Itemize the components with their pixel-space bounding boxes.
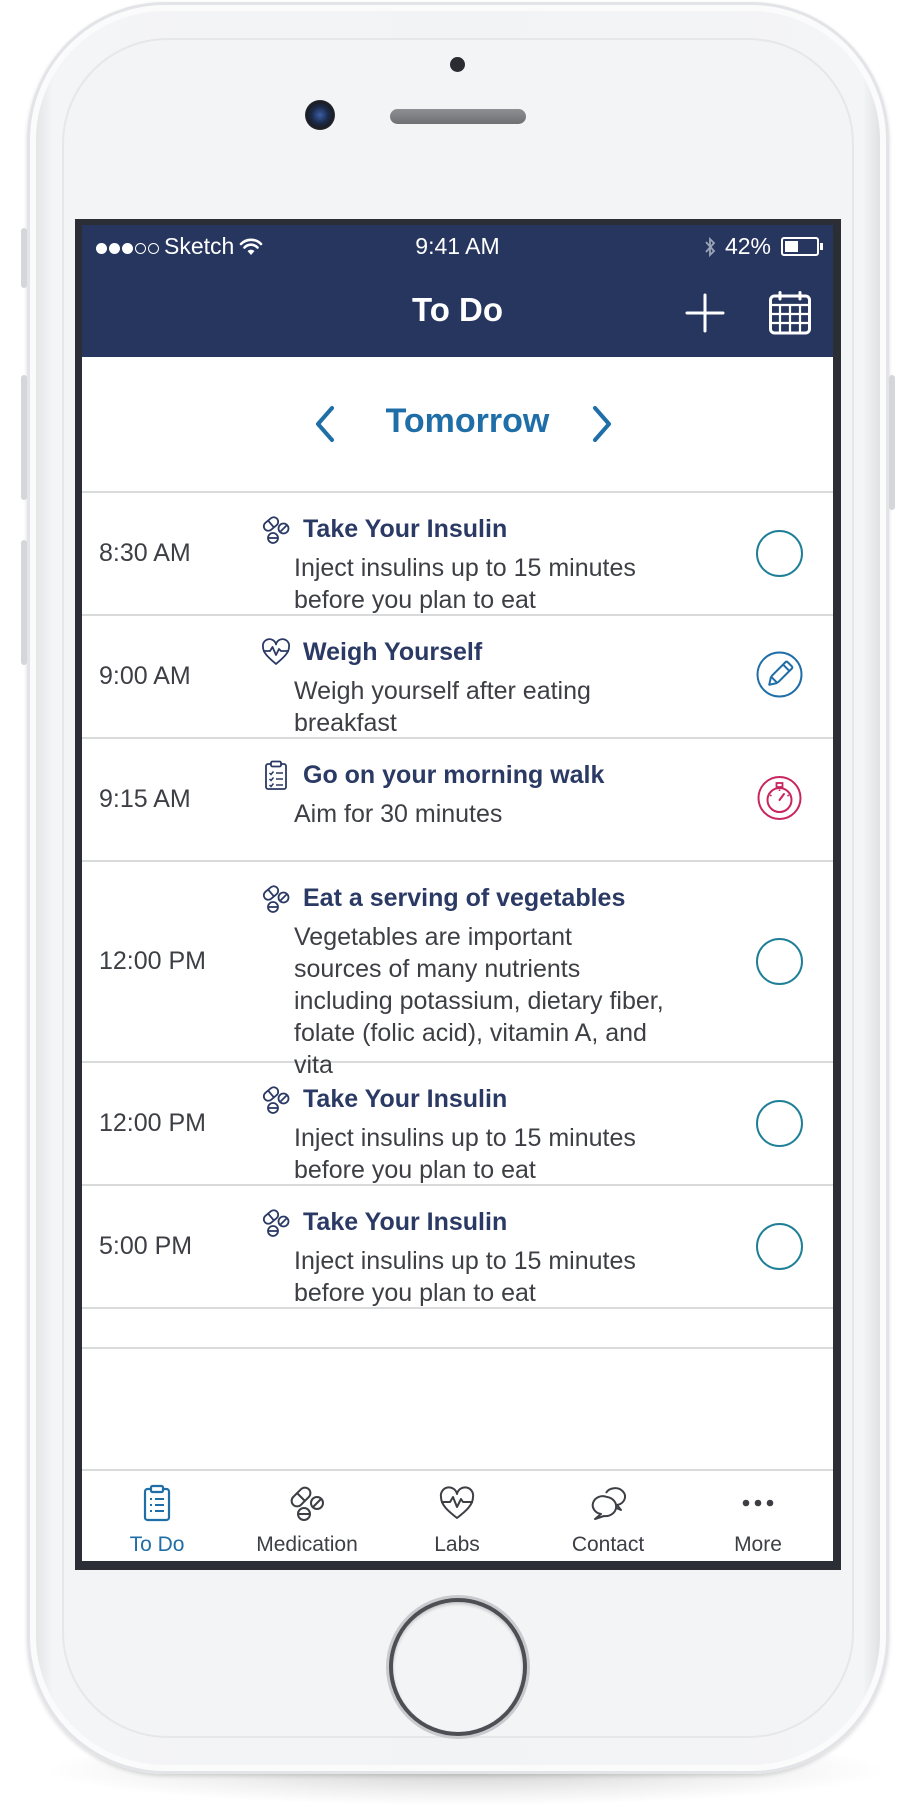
tab-label: To Do xyxy=(129,1533,185,1556)
task-header: Take Your Insulin xyxy=(260,511,680,547)
task-row-partial[interactable] xyxy=(82,1309,833,1349)
task-time: 5:00 PM xyxy=(99,1232,193,1260)
task-header: Go on your morning walk xyxy=(260,757,680,793)
task-time: 9:00 AM xyxy=(99,662,191,690)
battery-level xyxy=(785,241,798,252)
tab-medication[interactable]: Medication xyxy=(232,1471,382,1561)
task-header: Weigh Yourself xyxy=(260,634,680,670)
date-navigator: Tomorrow xyxy=(82,357,833,493)
task-title: Weigh Yourself xyxy=(303,637,483,666)
task-content: Take Your Insulin Inject insulins up to … xyxy=(260,1204,680,1309)
task-header: Take Your Insulin xyxy=(260,1204,680,1240)
next-day-button[interactable] xyxy=(587,402,617,446)
log-weight-button[interactable] xyxy=(756,651,803,703)
power-button xyxy=(889,375,895,510)
calendar-icon xyxy=(769,291,811,335)
task-description: Inject insulins up to 15 minutes before … xyxy=(294,1124,636,1184)
task-row[interactable]: 12:00 PM Eat a serving of vegetables Veg… xyxy=(82,862,833,1079)
task-action xyxy=(756,616,803,737)
complete-task-button[interactable] xyxy=(756,1223,803,1270)
battery-tip xyxy=(820,243,823,250)
tab-labs[interactable]: Labs xyxy=(382,1471,532,1561)
tab-bar: To Do Medication Labs Contact More xyxy=(82,1469,833,1561)
task-description: Inject insulins up to 15 minutes before … xyxy=(294,1247,636,1307)
pills-icon xyxy=(260,1083,292,1115)
task-action xyxy=(756,1063,803,1184)
proximity-sensor xyxy=(450,57,465,72)
task-description: Inject insulins up to 15 minutes before … xyxy=(294,554,636,614)
home-button[interactable] xyxy=(389,1598,527,1736)
pills-icon xyxy=(260,1206,292,1238)
task-header: Eat a serving of vegetables xyxy=(260,880,680,916)
task-time: 9:15 AM xyxy=(99,785,191,813)
task-description: Aim for 30 minutes xyxy=(294,800,503,828)
task-content: Take Your Insulin Inject insulins up to … xyxy=(260,1081,680,1186)
add-task-button[interactable] xyxy=(683,291,727,335)
tab-label: More xyxy=(734,1533,782,1556)
task-row[interactable]: 5:00 PM Take Your Insulin Inject insulin… xyxy=(82,1186,833,1309)
clipboard-checklist-icon xyxy=(260,759,292,791)
tab-contact[interactable]: Contact xyxy=(533,1471,683,1561)
task-content: Take Your Insulin Inject insulins up to … xyxy=(260,511,680,616)
date-label: Tomorrow xyxy=(385,402,550,440)
task-title: Take Your Insulin xyxy=(303,1207,508,1236)
phone-screen: Sketch 9:41 AM 42% To Do Tomorrow 8:30 A… xyxy=(75,219,841,1570)
task-title: Go on your morning walk xyxy=(303,760,605,789)
task-row[interactable]: 9:00 AM Weigh Yourself Weigh yourself af… xyxy=(82,616,833,739)
pencil-icon xyxy=(756,651,803,697)
status-right: 42% xyxy=(703,233,823,260)
status-bar: Sketch 9:41 AM 42% xyxy=(82,225,833,267)
task-action xyxy=(756,493,803,614)
task-action xyxy=(756,1186,803,1307)
app-header: Sketch 9:41 AM 42% To Do xyxy=(82,225,833,357)
earpiece-speaker xyxy=(390,109,526,124)
plus-icon xyxy=(685,293,725,333)
heart-pulse-icon xyxy=(260,636,292,668)
pills-icon xyxy=(260,882,292,914)
task-action xyxy=(756,862,803,1061)
battery-icon xyxy=(781,237,819,256)
task-time: 8:30 AM xyxy=(99,539,191,567)
complete-task-button[interactable] xyxy=(756,530,803,577)
task-action xyxy=(756,739,803,860)
calendar-button[interactable] xyxy=(768,291,812,335)
tab-label: Contact xyxy=(571,1533,645,1556)
chevron-right-icon xyxy=(593,406,611,442)
task-row[interactable]: 8:30 AM Take Your Insulin Inject insulin… xyxy=(82,493,833,616)
tab-to-do[interactable]: To Do xyxy=(82,1471,232,1561)
task-title: Eat a serving of vegetables xyxy=(303,883,626,912)
tab-label: Labs xyxy=(434,1533,480,1556)
task-description: Vegetables are important sources of many… xyxy=(294,923,664,1079)
complete-task-button[interactable] xyxy=(756,938,803,985)
volume-up-button xyxy=(21,375,27,500)
volume-down-button xyxy=(21,540,27,665)
tab-more[interactable]: More xyxy=(683,1471,833,1561)
task-list: 8:30 AM Take Your Insulin Inject insulin… xyxy=(82,493,833,1349)
bluetooth-icon xyxy=(705,236,716,257)
front-camera xyxy=(305,100,335,130)
task-title: Take Your Insulin xyxy=(303,514,508,543)
task-description: Weigh yourself after eating breakfast xyxy=(294,677,591,737)
task-content: Eat a serving of vegetables Vegetables a… xyxy=(260,880,680,1081)
app-screen: Sketch 9:41 AM 42% To Do Tomorrow 8:30 A… xyxy=(82,225,833,1561)
task-row[interactable]: 9:15 AM Go on your morning walk Aim for … xyxy=(82,739,833,862)
start-timer-button[interactable] xyxy=(756,774,803,826)
task-row[interactable]: 12:00 PM Take Your Insulin Inject insuli… xyxy=(82,1063,833,1186)
complete-task-button[interactable] xyxy=(756,1100,803,1147)
tab-label: Medication xyxy=(256,1533,358,1556)
battery-percent: 42% xyxy=(724,233,771,259)
task-header: Take Your Insulin xyxy=(260,1081,680,1117)
pills-icon xyxy=(260,513,292,545)
task-title: Take Your Insulin xyxy=(303,1084,508,1113)
task-time: 12:00 PM xyxy=(99,1109,207,1137)
task-time: 12:00 PM xyxy=(99,947,207,975)
stopwatch-icon xyxy=(757,775,802,820)
task-content: Weigh Yourself Weigh yourself after eati… xyxy=(260,634,680,739)
mute-switch xyxy=(21,228,27,288)
task-content: Go on your morning walk Aim for 30 minut… xyxy=(260,757,680,830)
